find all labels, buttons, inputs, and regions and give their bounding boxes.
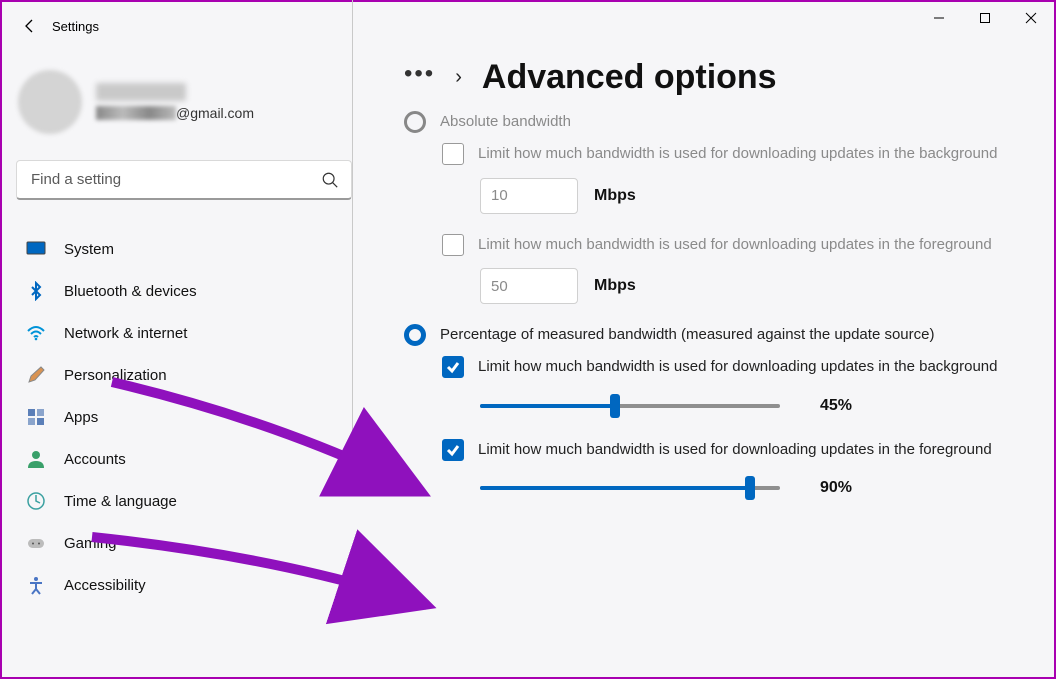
radio-percentage-bandwidth[interactable]	[404, 324, 426, 346]
app-title: Settings	[52, 19, 99, 34]
breadcrumb-overflow[interactable]: •••	[404, 62, 435, 94]
unit-label: Mbps	[594, 277, 636, 295]
sidebar-item-accounts[interactable]: Accounts	[16, 438, 352, 480]
clock-globe-icon	[26, 491, 46, 511]
pct-bg-value: 45%	[820, 397, 852, 415]
account-email: @gmail.com	[96, 105, 254, 121]
abs-bg-label: Limit how much bandwidth is used for dow…	[478, 143, 1020, 166]
page-title: Advanced options	[482, 58, 777, 97]
pct-fg-value: 90%	[820, 479, 852, 497]
sidebar-item-label: Accounts	[64, 451, 126, 468]
sidebar-item-apps[interactable]: Apps	[16, 396, 352, 438]
checkbox-abs-foreground[interactable]	[442, 234, 464, 256]
checkbox-abs-background[interactable]	[442, 143, 464, 165]
sidebar-item-label: Time & language	[64, 493, 177, 510]
slider-pct-background[interactable]	[480, 395, 780, 417]
vertical-divider	[352, 0, 353, 476]
pct-fg-label: Limit how much bandwidth is used for dow…	[478, 439, 1020, 462]
sidebar-item-label: Accessibility	[64, 577, 146, 594]
wifi-icon	[26, 323, 46, 343]
search-input[interactable]	[31, 171, 321, 188]
sidebar: @gmail.com System Bluetooth & devices Ne…	[2, 50, 364, 677]
abs-fg-input[interactable]	[480, 268, 578, 304]
sidebar-item-bluetooth[interactable]: Bluetooth & devices	[16, 270, 352, 312]
display-icon	[26, 239, 46, 259]
sidebar-item-label: Personalization	[64, 367, 167, 384]
radio-absolute-bandwidth[interactable]	[404, 111, 426, 133]
minimize-button[interactable]	[916, 2, 962, 34]
sidebar-item-gaming[interactable]: Gaming	[16, 522, 352, 564]
sidebar-item-system[interactable]: System	[16, 228, 352, 270]
sidebar-item-personalization[interactable]: Personalization	[16, 354, 352, 396]
back-button[interactable]	[10, 6, 50, 46]
bluetooth-icon	[26, 281, 46, 301]
close-button[interactable]	[1008, 2, 1054, 34]
sidebar-item-network[interactable]: Network & internet	[16, 312, 352, 354]
checkbox-pct-foreground[interactable]	[442, 439, 464, 461]
sidebar-item-label: Bluetooth & devices	[64, 283, 197, 300]
avatar	[18, 70, 82, 134]
maximize-button[interactable]	[962, 2, 1008, 34]
sidebar-item-label: Apps	[64, 409, 98, 426]
sidebar-item-label: Network & internet	[64, 325, 187, 342]
absolute-bandwidth-label: Absolute bandwidth	[440, 111, 1020, 133]
accessibility-icon	[26, 575, 46, 595]
slider-pct-foreground[interactable]	[480, 477, 780, 499]
pct-bg-label: Limit how much bandwidth is used for dow…	[478, 356, 1020, 379]
abs-fg-label: Limit how much bandwidth is used for dow…	[478, 234, 1020, 257]
percentage-bandwidth-label: Percentage of measured bandwidth (measur…	[440, 324, 1020, 346]
search-icon	[321, 171, 339, 189]
unit-label: Mbps	[594, 187, 636, 205]
sidebar-item-label: System	[64, 241, 114, 258]
main-content: ••• › Advanced options Absolute bandwidt…	[364, 50, 1054, 677]
apps-icon	[26, 407, 46, 427]
gamepad-icon	[26, 533, 46, 553]
sidebar-item-time[interactable]: Time & language	[16, 480, 352, 522]
account-card[interactable]: @gmail.com	[16, 70, 352, 134]
chevron-right-icon: ›	[455, 66, 462, 89]
checkbox-pct-background[interactable]	[442, 356, 464, 378]
sidebar-item-label: Gaming	[64, 535, 117, 552]
search-input-container[interactable]	[16, 160, 352, 200]
paintbrush-icon	[26, 365, 46, 385]
account-name	[96, 83, 186, 101]
sidebar-item-accessibility[interactable]: Accessibility	[16, 564, 352, 606]
abs-bg-input[interactable]	[480, 178, 578, 214]
person-icon	[26, 449, 46, 469]
